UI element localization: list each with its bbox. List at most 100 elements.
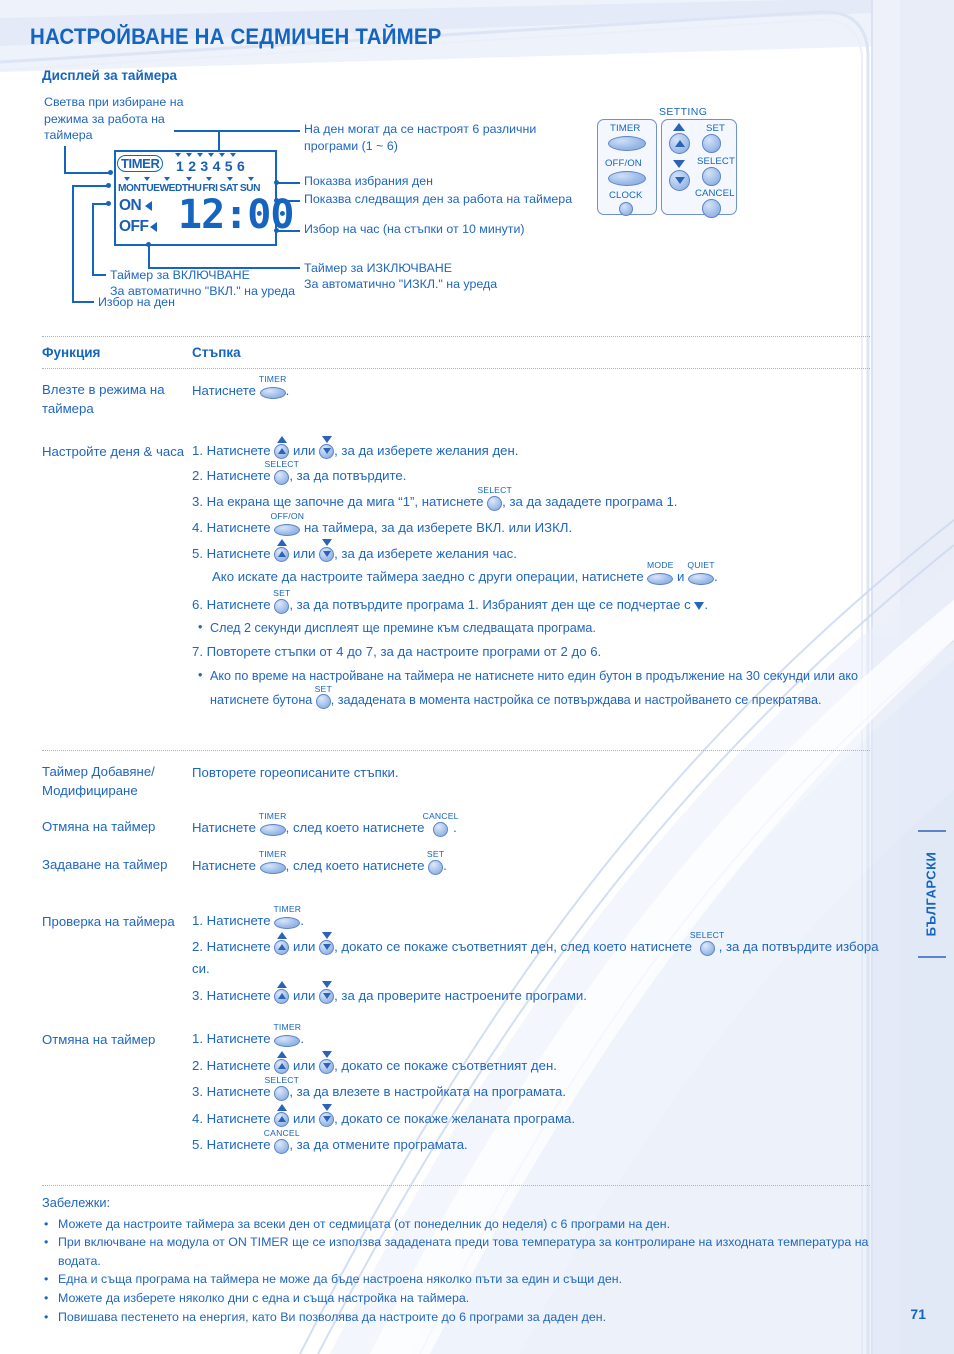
up-triangle-icon: [277, 550, 286, 557]
step-text: Натиснете: [192, 383, 260, 398]
clock-button[interactable]: [619, 202, 633, 216]
column-header-function: Функция: [42, 345, 101, 360]
set-button-glyph[interactable]: SET: [273, 588, 290, 616]
leader-line: [278, 200, 300, 202]
timer-button[interactable]: [608, 136, 646, 151]
set-button-glyph[interactable]: SET: [427, 849, 444, 877]
up-triangle-icon: [277, 992, 286, 999]
leader-line: [72, 185, 74, 302]
callout-day-select: Избор на ден: [98, 295, 175, 309]
callout-selected-day: Показва избрания ден: [304, 174, 433, 188]
callout-off-timer-line1: Таймер за ИЗКЛЮЧВАНЕ: [304, 261, 453, 275]
step-text: Натиснете: [206, 913, 275, 928]
step-text: или: [289, 939, 320, 955]
timer-button-caption: TIMER: [273, 904, 302, 915]
select-button-caption: SELECT: [264, 459, 300, 470]
down-button-glyph[interactable]: [319, 981, 335, 1005]
select-button-glyph[interactable]: SELECT: [264, 459, 299, 487]
step-text: .: [704, 597, 709, 613]
step-text: , зададената в момента настройка се потв…: [330, 693, 822, 708]
step-number: 3.: [192, 1084, 203, 1100]
remote-left-panel: TIMER OFF/ON CLOCK: [597, 119, 657, 216]
down-button-glyph[interactable]: [319, 1051, 335, 1075]
leader-line: [72, 301, 94, 303]
up-button-glyph[interactable]: [274, 539, 290, 563]
leader-line: [64, 172, 110, 174]
select-button-glyph[interactable]: SELECT: [477, 485, 512, 513]
step-line: Натиснете TIMER.: [192, 374, 892, 402]
step-text: и: [673, 569, 689, 585]
table-row: Проверка на таймера: [42, 912, 192, 931]
lcd-panel: TIMER 1 2 3 4 5 6 MON TUE WED THU FRI SA…: [114, 150, 294, 246]
select-button[interactable]: [702, 167, 721, 186]
left-triangle-icon: [145, 200, 153, 211]
cancel-button[interactable]: [702, 199, 721, 218]
program-number: 3: [200, 158, 209, 174]
table-row: Влезте в режима на таймера: [42, 380, 192, 418]
up-button[interactable]: [669, 133, 690, 154]
step-cell: Повторете гореописаните стъпки.: [192, 762, 892, 785]
mode-button-glyph[interactable]: MODE: [647, 560, 673, 588]
table-row: Отмяна на таймер: [42, 817, 192, 836]
day-indicator-arrows: [124, 177, 254, 181]
timer-button-glyph[interactable]: TIMER: [259, 811, 286, 839]
program-number: 6: [236, 158, 245, 174]
step-line: 6. Натиснете SET, за да потвърдите прогр…: [192, 588, 892, 616]
section-title: Дисплей за таймера: [42, 68, 177, 83]
step-text: Натиснете: [192, 820, 260, 835]
timer-button-glyph[interactable]: TIMER: [273, 1022, 301, 1050]
step-number: 1.: [192, 913, 203, 928]
step-text: , докато се покаже съответният ден.: [334, 1058, 557, 1074]
cancel-button-caption: CANCEL: [263, 1128, 300, 1139]
timer-button-caption: TIMER: [258, 374, 287, 385]
step-cell: Натиснете TIMER.: [192, 374, 892, 404]
down-arrow-icon: [321, 436, 332, 444]
down-arrow-icon: [321, 1051, 332, 1059]
offon-button-glyph[interactable]: OFF/ON: [270, 511, 304, 539]
down-arrow-icon: [321, 932, 332, 940]
down-arrow-icon: [321, 1104, 332, 1112]
down-triangle-icon: [322, 550, 331, 557]
timer-button-glyph[interactable]: TIMER: [259, 849, 286, 877]
select-button-glyph[interactable]: SELECT: [690, 930, 724, 958]
step-text: , за да влезете в настройката на програм…: [289, 1084, 567, 1100]
set-button-glyph[interactable]: SET: [315, 684, 332, 713]
step-text: Натиснете: [206, 1031, 275, 1046]
down-button-glyph[interactable]: [319, 932, 335, 956]
step-text: , за да проверите настроените програми.: [334, 988, 587, 1004]
lcd-program-numbers: 1 2 3 4 5 6: [176, 158, 245, 174]
offon-button[interactable]: [608, 171, 646, 186]
up-button-glyph[interactable]: [274, 932, 290, 956]
step-number: 3.: [192, 988, 203, 1004]
leader-dot: [108, 170, 113, 175]
timer-button-glyph[interactable]: TIMER: [273, 904, 301, 932]
step-text: или: [289, 988, 320, 1004]
clock-button-label: CLOCK: [609, 190, 643, 201]
set-button[interactable]: [702, 134, 721, 153]
down-button[interactable]: [669, 170, 690, 191]
cancel-button-glyph[interactable]: CANCEL: [264, 1128, 300, 1156]
timer-button-glyph[interactable]: TIMER: [259, 374, 286, 402]
step-text: или: [289, 546, 320, 562]
up-arrow-icon: [276, 436, 287, 444]
step-number: 6.: [192, 597, 203, 613]
timer-button-caption: TIMER: [273, 1022, 302, 1033]
down-arrow-indicator-icon: [673, 160, 685, 168]
down-button-glyph[interactable]: [319, 539, 335, 563]
step-text: Повторете стъпки от 4 до 7, за да настро…: [206, 644, 602, 660]
up-button-glyph[interactable]: [274, 981, 290, 1005]
cancel-button-glyph[interactable]: CANCEL: [423, 811, 458, 839]
step-text: Натиснете: [206, 597, 275, 613]
step-cell: Натиснете TIMER, след което натиснете SE…: [192, 849, 892, 879]
set-button-caption: SET: [426, 849, 445, 860]
down-button-glyph[interactable]: [319, 436, 335, 460]
down-button-glyph[interactable]: [319, 1104, 335, 1128]
remote-control-panel: SETTING TIMER OFF/ON CLOCK SET SELECT CA…: [597, 106, 737, 218]
up-triangle-icon: [674, 140, 685, 147]
step-text: , за да изберете желания ден.: [334, 443, 519, 458]
quiet-button-glyph[interactable]: QUIET: [687, 560, 714, 588]
timer-display-diagram: Светва при избиране на режима за работа …: [0, 88, 954, 336]
select-button-glyph[interactable]: SELECT: [264, 1075, 299, 1103]
up-arrow-icon: [276, 981, 287, 989]
function-label: Влезте в режима на таймера: [42, 382, 165, 416]
